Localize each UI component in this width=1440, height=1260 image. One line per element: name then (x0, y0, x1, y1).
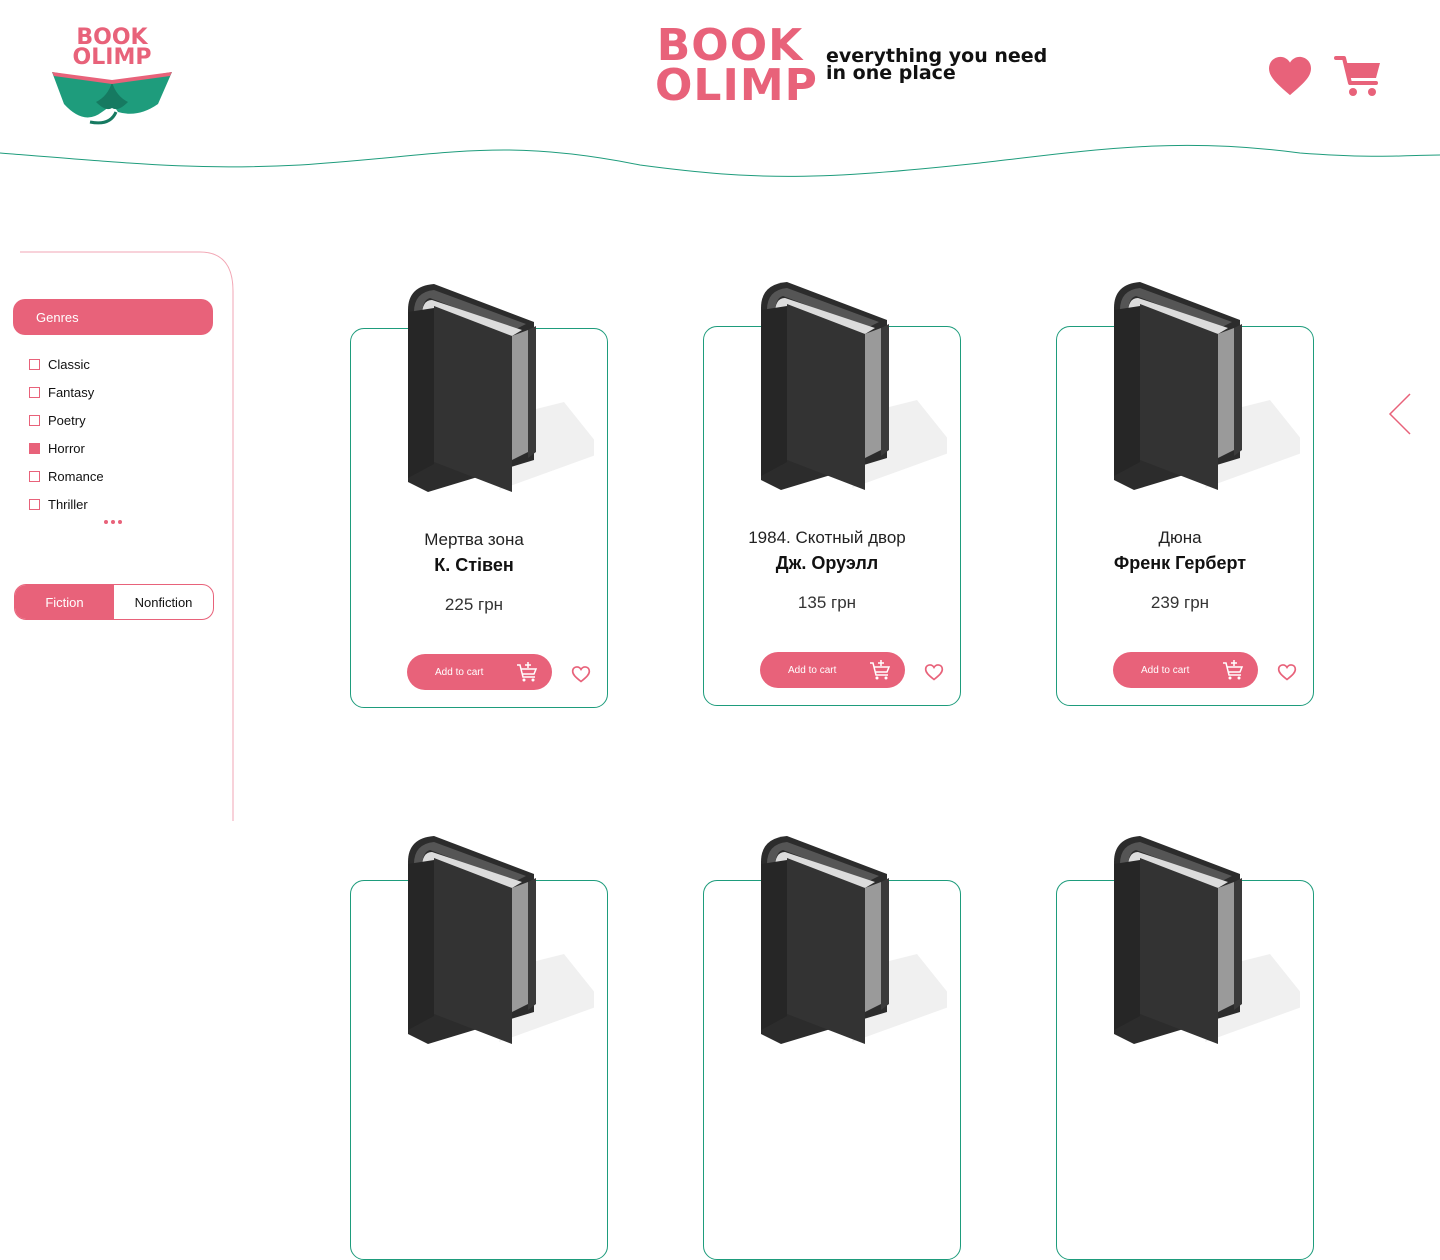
tab-nonfiction[interactable]: Nonfiction (114, 585, 213, 619)
book-cover-image[interactable] (404, 282, 594, 492)
logo[interactable]: BOOK OLIMP (50, 26, 174, 128)
sidebar-frame (20, 251, 234, 821)
book-cover-image[interactable] (757, 834, 947, 1044)
add-to-cart-button[interactable]: Add to cart (1113, 652, 1258, 688)
book-author: К. Стівен (434, 555, 514, 575)
category-toggle: Fiction Nonfiction (14, 584, 214, 620)
add-to-cart-label: Add to cart (1141, 664, 1190, 676)
open-book-logo-icon (52, 72, 172, 125)
carousel-prev-arrow-icon[interactable] (1386, 392, 1414, 438)
book-cover-image[interactable] (1110, 834, 1300, 1044)
book-price: 239 грн (1150, 593, 1210, 612)
header-wave-divider (0, 144, 1440, 177)
genre-item-fantasy[interactable]: Fantasy (29, 378, 104, 406)
add-to-cart-wrap: Add to cart (760, 652, 905, 688)
cart-button[interactable] (1334, 55, 1384, 104)
genre-filter-list: Classic Fantasy Poetry Horror Romance Th… (29, 350, 104, 518)
tagline: everything you need in one place (826, 47, 1047, 84)
genre-label: Fantasy (48, 384, 95, 400)
checkbox[interactable] (29, 386, 40, 398)
add-to-cart-button[interactable]: Add to cart (760, 652, 905, 688)
heart-icon (1269, 56, 1311, 96)
book-title: 1984. Скотный двор (748, 528, 906, 547)
cart-icon (1334, 56, 1380, 96)
genre-item-thriller[interactable]: Thriller (29, 490, 104, 518)
tab-fiction[interactable]: Fiction (15, 585, 114, 619)
book-cover-image[interactable] (757, 280, 947, 490)
book-price: 135 грн (797, 593, 857, 612)
book-title: Дюна (1158, 528, 1202, 547)
genres-button[interactable]: Genres (13, 299, 213, 335)
genre-item-horror[interactable]: Horror (29, 434, 104, 462)
checkbox[interactable] (29, 358, 40, 370)
add-to-cart-label: Add to cart (788, 664, 837, 676)
checkbox[interactable] (29, 470, 40, 482)
book-author: Френк Герберт (1113, 553, 1247, 573)
add-to-cart-icon (870, 660, 891, 680)
brand-name-line2: OLIMP (655, 60, 818, 111)
add-to-cart-label: Add to cart (435, 666, 484, 678)
genre-label: Poetry (48, 412, 86, 428)
brand-wordmark: BOOK OLIMP (655, 24, 818, 111)
checkbox-checked[interactable] (29, 442, 40, 454)
genre-label: Thriller (48, 496, 88, 512)
genre-item-poetry[interactable]: Poetry (29, 406, 104, 434)
genre-label: Horror (48, 440, 85, 456)
heart-outline-icon[interactable] (924, 662, 944, 682)
genre-item-classic[interactable]: Classic (29, 350, 104, 378)
book-cover-image[interactable] (1110, 280, 1300, 490)
heart-outline-icon[interactable] (1277, 662, 1297, 682)
book-title: Мертва зона (424, 530, 524, 549)
heart-outline-icon[interactable] (571, 664, 591, 684)
checkbox[interactable] (29, 498, 40, 510)
favorites-button[interactable] (1267, 55, 1313, 102)
book-price: 225 грн (444, 595, 504, 614)
add-to-cart-icon (1223, 660, 1244, 680)
add-to-cart-icon (517, 662, 538, 682)
checkbox[interactable] (29, 414, 40, 426)
book-cover-image[interactable] (404, 834, 594, 1044)
genre-label: Romance (48, 468, 104, 484)
genre-item-romance[interactable]: Romance (29, 462, 104, 490)
add-to-cart-button[interactable]: Add to cart (407, 654, 552, 690)
add-to-cart-wrap: Add to cart (407, 654, 552, 690)
genre-label: Classic (48, 356, 90, 372)
tagline-line2: in one place (826, 62, 956, 84)
more-dots-icon[interactable] (104, 520, 122, 524)
add-to-cart-wrap: Add to cart (1113, 652, 1258, 688)
book-author: Дж. Оруэлл (775, 553, 879, 573)
